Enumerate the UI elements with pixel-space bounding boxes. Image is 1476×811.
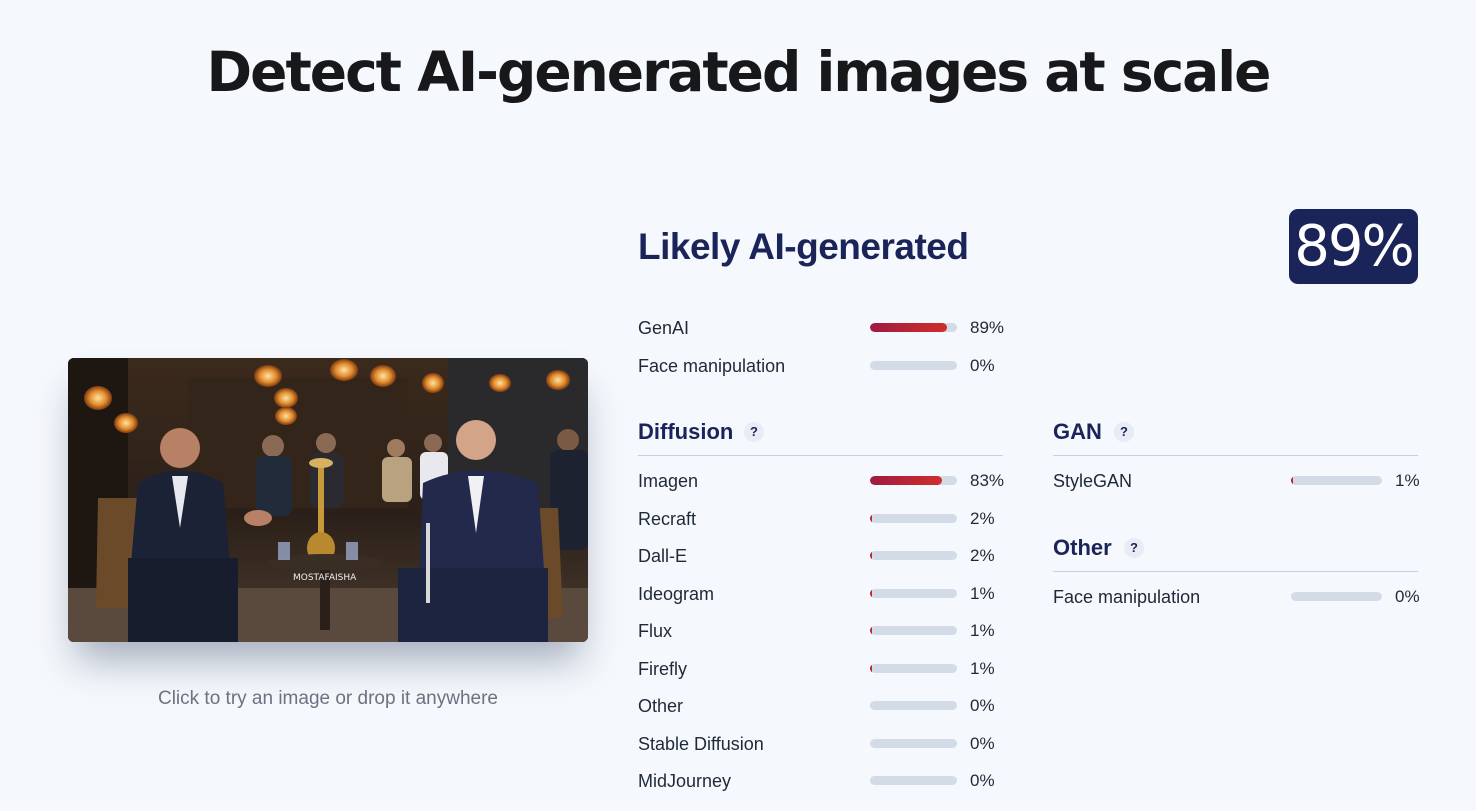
score-label: MidJourney <box>638 771 732 791</box>
score-percent: 0% <box>970 696 995 715</box>
score-bar <box>870 360 957 370</box>
score-label: Ideogram <box>638 583 715 604</box>
divider <box>1053 455 1418 456</box>
cafe-scene-illustration: MOSTAFAISHA <box>68 358 588 642</box>
score-percent: 0% <box>970 355 995 375</box>
score-percent: 89% <box>970 318 1005 337</box>
score-bar <box>870 663 957 673</box>
divider <box>638 455 1003 456</box>
score-row: StyleGAN 1% <box>1053 466 1445 496</box>
score-percent: 83% <box>970 471 1005 490</box>
score-badge: 89% <box>1289 209 1418 284</box>
score-label: Face manipulation <box>1053 587 1201 607</box>
drop-hint[interactable]: Click to try an image or drop it anywher… <box>68 688 588 710</box>
score-percent: 1% <box>970 583 995 603</box>
score-percent: 1% <box>970 658 995 678</box>
score-bar-fill <box>870 513 872 523</box>
score-label: Firefly <box>638 658 687 679</box>
score-bar <box>870 776 957 785</box>
score-bar-fill <box>870 626 872 635</box>
score-row: Recraft 2% <box>638 504 1020 534</box>
score-bar-fill <box>870 476 943 485</box>
score-bar <box>870 551 957 560</box>
score-bar-fill <box>870 323 948 332</box>
score-row: MidJourney 0% <box>638 766 1020 796</box>
score-percent: 1% <box>1395 471 1420 490</box>
section-title: GAN <box>1053 419 1102 444</box>
score-label: StyleGAN <box>1053 471 1133 491</box>
score-row: Face manipulation 0% <box>1053 582 1445 612</box>
score-label: Stable Diffusion <box>638 733 764 754</box>
score-percent: 0% <box>970 771 995 790</box>
score-bar <box>870 738 957 748</box>
score-row: Imagen 83% <box>638 466 1020 496</box>
section-gan: GAN ? <box>1053 415 1418 449</box>
score-bar-fill <box>870 663 872 673</box>
score-row: Flux 1% <box>638 616 1020 646</box>
score-bar <box>870 701 957 710</box>
score-label: Flux <box>638 621 673 641</box>
score-percent: 1% <box>970 621 995 640</box>
score-bar <box>870 513 957 523</box>
score-row: Face manipulation 0% <box>638 351 1020 381</box>
score-label: Imagen <box>638 471 699 491</box>
score-bar <box>870 323 957 332</box>
sample-image[interactable]: MOSTAFAISHA <box>68 358 588 642</box>
score-percent: 0% <box>970 733 995 753</box>
score-row: Stable Diffusion 0% <box>638 729 1020 759</box>
score-label: Face manipulation <box>638 355 786 376</box>
score-bar-fill <box>870 588 872 598</box>
score-bar-fill <box>870 551 872 560</box>
score-percent: 0% <box>1395 587 1420 606</box>
score-label: Recraft <box>638 508 697 529</box>
image-watermark: MOSTAFAISHA <box>293 573 357 583</box>
score-bar-fill <box>1291 476 1293 485</box>
score-bar <box>870 588 957 598</box>
help-icon[interactable]: ? <box>744 422 764 442</box>
score-bar <box>870 626 957 635</box>
page-title: Detect AI-generated images at scale <box>206 40 1272 104</box>
score-bar <box>870 476 957 485</box>
section-diffusion: Diffusion ? <box>638 415 1003 449</box>
score-row: GenAI 89% <box>638 313 1020 343</box>
score-label: Dall-E <box>638 546 688 566</box>
score-percent: 2% <box>970 546 995 565</box>
section-other: Other ? <box>1053 531 1418 565</box>
score-row: Dall-E 2% <box>638 541 1020 571</box>
score-row: Other 0% <box>638 691 1020 721</box>
score-bar <box>1291 592 1382 601</box>
section-title: Diffusion <box>638 419 734 444</box>
section-title: Other <box>1053 535 1112 560</box>
score-bar <box>1291 476 1382 485</box>
score-row: Ideogram 1% <box>638 579 1020 609</box>
score-label: Other <box>638 696 684 716</box>
help-icon[interactable]: ? <box>1114 422 1134 442</box>
score-row: Firefly 1% <box>638 654 1020 684</box>
score-label: GenAI <box>638 318 690 338</box>
divider <box>1053 571 1418 572</box>
help-icon[interactable]: ? <box>1124 538 1144 558</box>
score-percent: 2% <box>970 508 995 528</box>
verdict-label: Likely AI-generated <box>638 226 969 267</box>
